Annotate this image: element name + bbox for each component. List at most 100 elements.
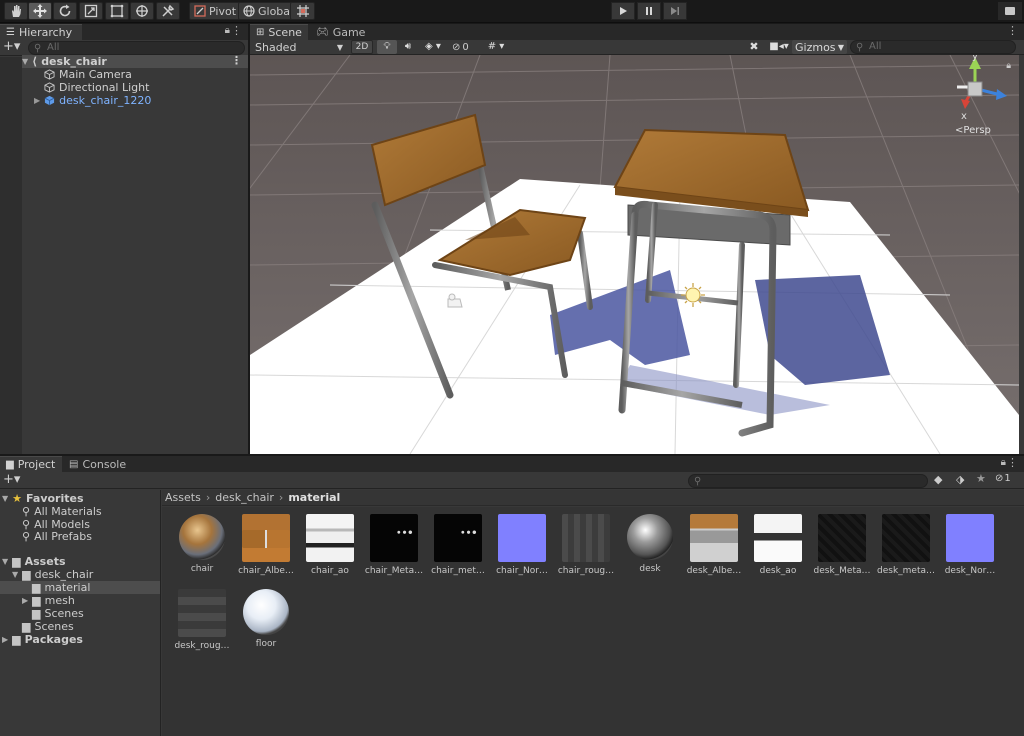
tab-project[interactable]: ▆ Project: [0, 456, 62, 472]
layers-icon: ◈ ▾: [425, 41, 441, 52]
axis-label-x: x: [961, 111, 967, 122]
expand-arrow-icon: ▼: [2, 494, 9, 503]
lighting-toggle[interactable]: 💡︎: [377, 40, 397, 54]
scene-search-input[interactable]: ⚲ All: [850, 40, 1016, 54]
asset-item[interactable]: desk_meta…: [874, 514, 938, 576]
audio-toggle[interactable]: 🔊︎: [399, 40, 417, 54]
lock-icon[interactable]: 🔒︎: [1001, 457, 1006, 468]
rect-icon: [110, 4, 124, 18]
breadcrumb: Assets › desk_chair › material: [162, 490, 1024, 506]
tab-console[interactable]: ▤ Console: [63, 456, 126, 472]
tab-hierarchy[interactable]: ☰ Hierarchy: [0, 24, 82, 40]
project-panel: ▆ Project ▤ Console 🔒︎ ⋮ +▾ ⚲ ◆ ⬗ ★ ⊘ 1 …: [0, 456, 1024, 736]
unity-scene-icon: ⟨: [32, 55, 38, 68]
scene-root-row[interactable]: ▼ ⟨ desk_chair ⋮: [22, 54, 248, 68]
grid-dropdown[interactable]: # ▾: [482, 40, 510, 54]
tools-toggle[interactable]: ✖: [745, 40, 763, 54]
project-search-input[interactable]: ⚲: [688, 474, 928, 488]
folder-scenes-nested[interactable]: ▆ Scenes: [32, 607, 84, 620]
tab-hierarchy-label: Hierarchy: [18, 26, 73, 39]
asset-item[interactable]: desk: [618, 514, 682, 574]
step-button[interactable]: [663, 2, 687, 20]
breadcrumb-item[interactable]: Assets: [165, 491, 201, 504]
asset-item[interactable]: desk_ao: [746, 514, 810, 576]
hierarchy-item-desk-chair-prefab[interactable]: ▶ desk_chair_1220: [34, 94, 248, 107]
hierarchy-item-label: Main Camera: [59, 68, 132, 81]
filter-by-type-icon[interactable]: ◆: [934, 473, 942, 486]
star-icon[interactable]: ★: [976, 472, 986, 485]
chevron-right-icon: ›: [205, 491, 211, 504]
pivot-toggle[interactable]: Pivot: [189, 2, 242, 20]
scene-search-placeholder: All: [869, 41, 882, 52]
asset-item[interactable]: floor: [234, 589, 298, 649]
folder-label: Scenes: [44, 607, 84, 620]
asset-item[interactable]: chair_Albe…: [234, 514, 298, 576]
packages-row[interactable]: ▶ ▆ Packages: [2, 633, 83, 646]
asset-item[interactable]: desk_Meta…: [810, 514, 874, 576]
gizmos-dropdown[interactable]: Gizmos ▼: [792, 40, 847, 54]
asset-item[interactable]: chair_Meta…: [362, 514, 426, 576]
orientation-gizmo[interactable]: y x <Persp: [945, 55, 1015, 145]
scene-menu-icon[interactable]: ⋮: [231, 54, 242, 67]
eye-slash-icon: ⊘: [995, 473, 1004, 484]
favorite-item-all-materials[interactable]: ⚲ All Materials: [22, 505, 102, 518]
breadcrumb-item[interactable]: desk_chair: [215, 491, 274, 504]
hidden-objects-toggle[interactable]: ⊘ 0: [452, 40, 480, 54]
hierarchy-item-directional-light[interactable]: Directional Light: [44, 81, 248, 94]
scene-viewport[interactable]: y x <Persp 🔒︎: [250, 55, 1019, 454]
gizmo-lock-icon[interactable]: 🔒︎: [1006, 61, 1011, 71]
more-menu-icon[interactable]: ⋮: [1007, 24, 1018, 37]
scale-tool-button[interactable]: [79, 2, 103, 20]
more-menu-icon[interactable]: ⋮: [231, 24, 242, 37]
shading-mode-dropdown[interactable]: Shaded ▼: [252, 40, 346, 54]
axis-label-y: y: [972, 55, 978, 62]
tab-game[interactable]: 🎮︎ Game: [310, 24, 370, 40]
tab-scene[interactable]: ⊞ Scene: [250, 24, 308, 40]
breadcrumb-item-current[interactable]: material: [288, 491, 340, 504]
hidden-packages-toggle[interactable]: ⊘ 1: [995, 473, 1011, 484]
lock-icon[interactable]: 🔒︎: [225, 25, 230, 36]
favorite-item-all-prefabs[interactable]: ⚲ All Prefabs: [22, 530, 92, 543]
custom-tool-button[interactable]: [156, 2, 180, 20]
asset-item[interactable]: chair_met…: [426, 514, 490, 576]
asset-label: desk_ao: [759, 566, 797, 576]
folder-open-icon: ▆: [12, 555, 21, 568]
rotate-tool-button[interactable]: [53, 2, 77, 20]
pause-button[interactable]: [637, 2, 661, 20]
filter-by-label-icon[interactable]: ⬗: [956, 473, 964, 486]
grid-snap-button[interactable]: [290, 2, 315, 20]
camera-dropdown[interactable]: ■◂▾: [767, 40, 791, 54]
assets-root-row[interactable]: ▼ ▆ Assets: [2, 555, 66, 568]
transform-tool-button[interactable]: [130, 2, 154, 20]
hierarchy-item-main-camera[interactable]: Main Camera: [44, 68, 248, 81]
asset-item[interactable]: chair_roug…: [554, 514, 618, 576]
account-button[interactable]: [998, 2, 1022, 20]
rect-tool-button[interactable]: [105, 2, 129, 20]
effects-dropdown[interactable]: ◈ ▾: [419, 40, 447, 54]
asset-item[interactable]: chair_Nor…: [490, 514, 554, 576]
folder-desk-chair[interactable]: ▼ ▆ desk_chair: [12, 568, 93, 581]
create-asset-icon[interactable]: +▾: [3, 472, 20, 487]
favorites-row[interactable]: ▼ ★ Favorites: [2, 492, 84, 505]
add-icon[interactable]: +▾: [3, 40, 20, 54]
play-icon: [620, 7, 627, 15]
asset-item[interactable]: desk_roug…: [170, 589, 234, 651]
2d-toggle[interactable]: 2D: [351, 40, 373, 54]
folder-material[interactable]: ▆ material: [0, 581, 160, 594]
asset-item[interactable]: chair: [170, 514, 234, 574]
folder-mesh[interactable]: ▶ ▆ mesh: [22, 594, 75, 607]
more-menu-icon[interactable]: ⋮: [1007, 456, 1018, 469]
hierarchy-search-input[interactable]: ⚲ All: [28, 41, 245, 55]
asset-item[interactable]: chair_ao: [298, 514, 362, 576]
console-icon: ▤: [69, 458, 79, 470]
collapse-arrow-icon[interactable]: ▶: [34, 96, 40, 105]
projection-toggle[interactable]: <Persp: [955, 125, 991, 136]
play-button[interactable]: [611, 2, 635, 20]
move-tool-button[interactable]: [28, 2, 52, 20]
asset-item[interactable]: desk_Albe…: [682, 514, 746, 576]
hand-tool-button[interactable]: [4, 2, 28, 20]
folder-scenes[interactable]: ▆ Scenes: [22, 620, 74, 633]
custom-tool-icon: [162, 4, 175, 17]
global-label: Global: [258, 4, 294, 18]
asset-item[interactable]: desk_Nor…: [938, 514, 1002, 576]
